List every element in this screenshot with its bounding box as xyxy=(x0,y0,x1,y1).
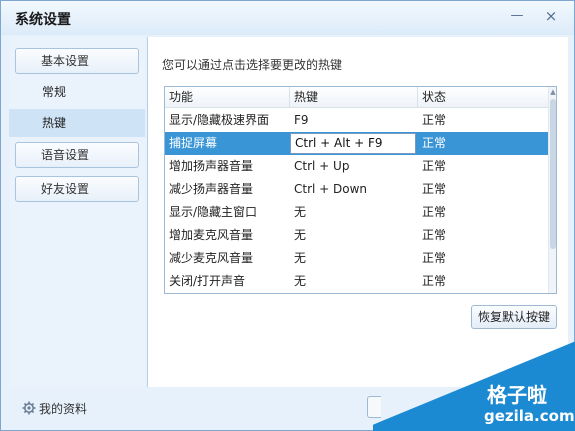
column-hotkey[interactable]: 热键 xyxy=(290,87,418,108)
scroll-thumb[interactable] xyxy=(550,99,556,249)
cell-function: 减少麦克风音量 xyxy=(169,251,254,265)
close-button[interactable]: × xyxy=(540,7,562,25)
hotkey-table: 功能 热键 状态 显示/隐藏极速界面 F9 正常 捕捉屏幕 Ctrl + Alt… xyxy=(164,86,557,294)
cell-function: 显示/隐藏极速界面 xyxy=(169,113,270,127)
cell-status: 正常 xyxy=(422,113,447,127)
cell-status: 正常 xyxy=(422,228,447,242)
partial-button[interactable] xyxy=(367,396,381,418)
table-row[interactable]: 增加麦克风音量 无 正常 xyxy=(165,224,550,247)
column-function[interactable]: 功能 xyxy=(165,87,290,108)
table-header: 功能 热键 状态 xyxy=(165,87,550,108)
column-status[interactable]: 状态 xyxy=(418,87,550,108)
my-profile-link[interactable]: 我的资料 xyxy=(39,400,87,417)
table-row[interactable]: 减少麦克风音量 无 正常 xyxy=(165,247,550,270)
sidebar: 基本设置 常规 热键 语音设置 好友设置 xyxy=(9,37,145,387)
cell-status: 正常 xyxy=(422,251,447,265)
cell-hotkey: 无 xyxy=(294,274,307,288)
window-title: 系统设置 xyxy=(15,12,71,28)
cell-hotkey: 无 xyxy=(294,205,307,219)
cell-function: 显示/隐藏主窗口 xyxy=(169,205,258,219)
table-row-selected[interactable]: 捕捉屏幕 Ctrl + Alt + F9 正常 xyxy=(165,132,550,155)
title-bar[interactable]: 系统设置 — × xyxy=(1,1,574,35)
table-row[interactable]: 显示/隐藏极速界面 F9 正常 xyxy=(165,109,550,132)
hotkey-edit-field[interactable]: Ctrl + Alt + F9 xyxy=(290,133,416,154)
restore-defaults-button[interactable]: 恢复默认按键 xyxy=(471,305,557,329)
sidebar-item-hotkeys[interactable]: 热键 xyxy=(9,109,145,137)
scroll-up-icon[interactable]: ▲ xyxy=(549,87,556,97)
cell-function: 增加麦克风音量 xyxy=(169,228,254,242)
cell-function: 捕捉屏幕 xyxy=(169,136,218,150)
sidebar-group-basic[interactable]: 基本设置 xyxy=(15,48,139,74)
settings-window: 系统设置 — × 基本设置 常规 热键 语音设置 好友设置 我的资料 您可以通过… xyxy=(0,0,575,431)
watermark-url: gezila.com xyxy=(484,407,575,425)
cell-hotkey: Ctrl + Up xyxy=(294,159,350,173)
gear-icon xyxy=(22,401,36,415)
hotkey-hint: 您可以通过点击选择要更改的热键 xyxy=(162,58,343,72)
cell-status: 正常 xyxy=(422,182,447,196)
cell-status: 正常 xyxy=(422,159,447,173)
cell-function: 增加扬声器音量 xyxy=(169,159,254,173)
minimize-button[interactable]: — xyxy=(506,7,528,25)
main-panel: 您可以通过点击选择要更改的热键 功能 热键 状态 显示/隐藏极速界面 F9 正常… xyxy=(147,37,568,387)
sidebar-footer: 我的资料 xyxy=(9,389,145,427)
cell-hotkey: F9 xyxy=(294,113,309,127)
cell-status: 正常 xyxy=(422,136,447,150)
cell-function: 减少扬声器音量 xyxy=(169,182,254,196)
cell-status: 正常 xyxy=(422,205,447,219)
cell-hotkey: 无 xyxy=(294,228,307,242)
sidebar-item-general[interactable]: 常规 xyxy=(9,78,145,106)
cell-hotkey: Ctrl + Down xyxy=(294,182,368,196)
cell-hotkey: 无 xyxy=(294,251,307,265)
watermark-logo-text: 格子啦 xyxy=(487,383,547,407)
table-row[interactable]: 显示/隐藏主窗口 无 正常 xyxy=(165,201,550,224)
table-row[interactable]: 关闭/打开声音 无 正常 xyxy=(165,270,550,293)
sidebar-group-friends[interactable]: 好友设置 xyxy=(15,176,139,202)
cell-function: 关闭/打开声音 xyxy=(169,274,246,288)
table-row[interactable]: 减少扬声器音量 Ctrl + Down 正常 xyxy=(165,178,550,201)
table-row[interactable]: 增加扬声器音量 Ctrl + Up 正常 xyxy=(165,155,550,178)
cell-status: 正常 xyxy=(422,274,447,288)
table-scrollbar[interactable]: ▲ xyxy=(548,87,556,293)
sidebar-group-voice[interactable]: 语音设置 xyxy=(15,142,139,168)
